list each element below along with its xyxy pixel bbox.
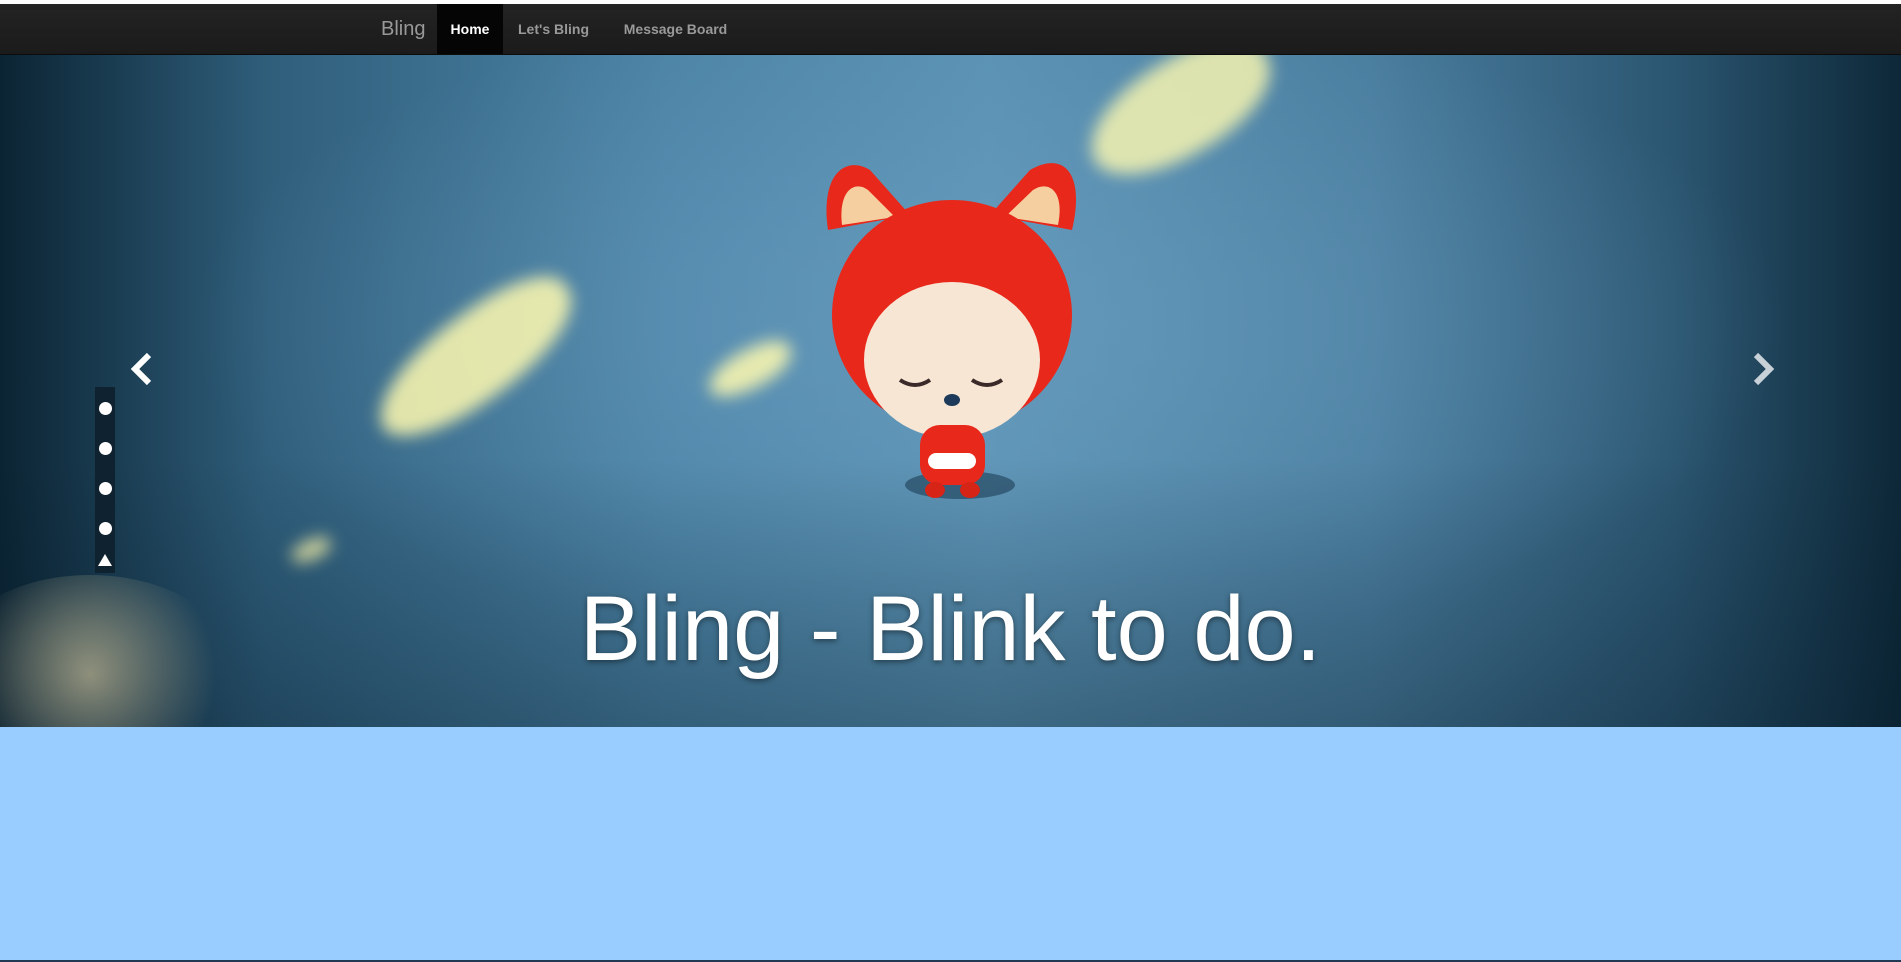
side-nav-dot-4[interactable] bbox=[99, 522, 112, 535]
side-nav-dot-2[interactable] bbox=[99, 442, 112, 455]
fox-character-illustration bbox=[826, 163, 1076, 499]
side-nav bbox=[95, 387, 115, 573]
carousel-prev-icon[interactable] bbox=[123, 345, 163, 395]
side-nav-dot-1[interactable] bbox=[99, 402, 112, 415]
nav-home[interactable]: Home bbox=[437, 4, 503, 54]
brand-link[interactable]: Bling bbox=[381, 4, 425, 54]
hero-carousel: Bling - Blink to do. bbox=[0, 55, 1901, 727]
nav-lets-bling[interactable]: Let's Bling bbox=[503, 4, 604, 54]
navbar: Bling Home Let's Bling Message Board bbox=[0, 4, 1901, 55]
triangle-up-icon[interactable] bbox=[98, 554, 112, 566]
nav-message-board[interactable]: Message Board bbox=[604, 4, 747, 54]
carousel-next-icon[interactable] bbox=[1742, 345, 1782, 395]
carousel-caption: Bling - Blink to do. bbox=[579, 578, 1322, 680]
side-nav-dot-3[interactable] bbox=[99, 482, 112, 495]
